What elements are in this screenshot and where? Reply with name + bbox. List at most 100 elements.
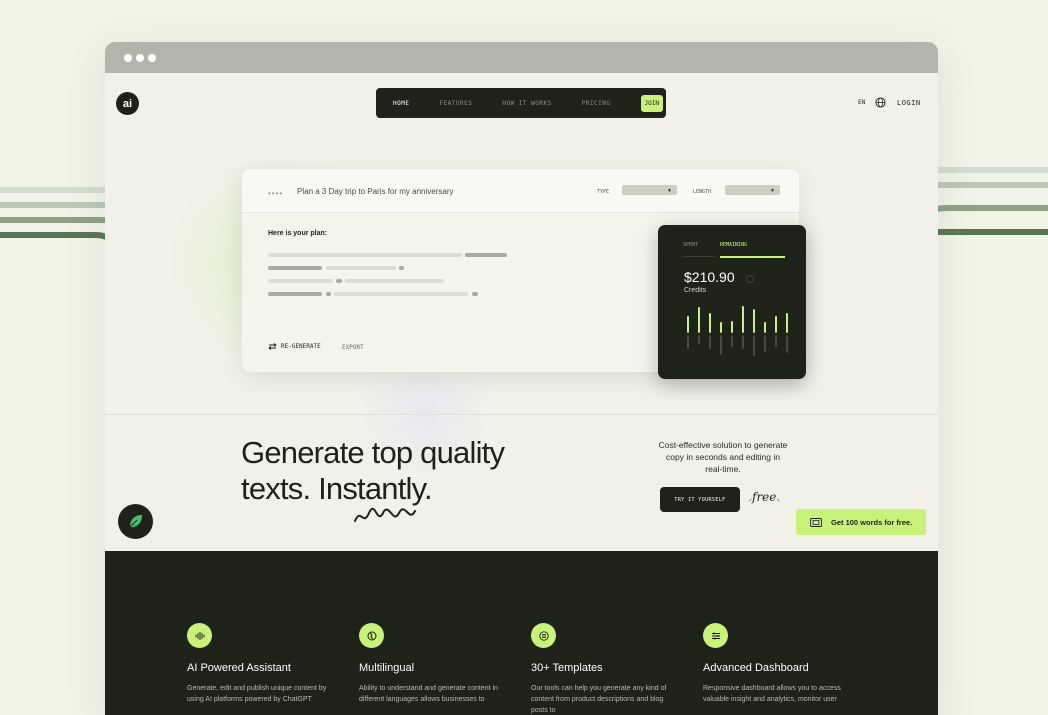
credit-bar-up — [786, 313, 788, 333]
regenerate-button[interactable]: RE-GENERATE — [268, 343, 321, 350]
ticket-icon — [810, 517, 822, 527]
hero-headline-line: Generate top quality — [241, 435, 505, 470]
credit-bar-up — [742, 306, 744, 333]
credit-bar-down — [742, 335, 744, 349]
login-link[interactable]: LOGIN — [897, 99, 921, 107]
language-selector[interactable]: EN — [858, 99, 865, 106]
credit-bar-up — [731, 321, 733, 333]
feature-ai-powered-assistant: AI Powered Assistant Generate, edit and … — [187, 623, 327, 705]
nav-item-home[interactable]: HOME — [393, 100, 409, 107]
chevron-down-icon: ▼ — [667, 188, 672, 194]
text-placeholder-line — [326, 266, 396, 270]
credit-bar-up — [764, 322, 766, 333]
text-placeholder-line — [399, 266, 404, 270]
feature-description: Ability to understand and generate conte… — [359, 685, 498, 703]
text-placeholder-line — [334, 292, 468, 296]
feature-title: 30+ Templates — [531, 662, 603, 674]
text-placeholder-line — [336, 279, 342, 283]
sparkle-icon: ⸜ — [776, 494, 781, 503]
text-placeholder-line — [268, 292, 322, 296]
text-placeholder-line — [268, 253, 462, 257]
feature-title: Advanced Dashboard — [703, 662, 809, 674]
feature-title: AI Powered Assistant — [187, 662, 291, 674]
prompt-card-header: •••• Plan a 3 Day trip to Paris for my a… — [242, 169, 799, 213]
length-label: LENGTH — [693, 189, 712, 195]
main-nav: HOME FEATURES HOW IT WORKS PRICING JOIN — [376, 88, 666, 118]
get-words-button[interactable]: Get 100 words for free. — [796, 509, 926, 535]
brand-logo-text: ai — [122, 97, 133, 110]
credit-bar-down — [786, 335, 788, 353]
tab-remaining[interactable]: REMAINING — [720, 242, 747, 248]
credit-bar-up — [698, 307, 700, 333]
globe-icon[interactable] — [875, 97, 886, 108]
nav-item-pricing[interactable]: PRICING — [582, 100, 611, 107]
globe-icon — [359, 623, 384, 648]
feature-description: Generate, edit and publish unique conten… — [187, 685, 327, 703]
feature-description: Our tools can help you generate any kind… — [531, 685, 667, 714]
credits-amount: $210.90 — [684, 269, 735, 285]
credit-bar-down — [753, 335, 755, 356]
plan-title: Here is your plan: — [268, 230, 328, 237]
window-dot[interactable] — [124, 54, 132, 62]
credit-bar-up — [753, 309, 755, 333]
feature-templates: 30+ Templates Our tools can help you gen… — [531, 623, 671, 715]
tab-underline-active — [720, 256, 785, 258]
credit-bar-down — [764, 335, 766, 352]
swap-arrows-icon — [268, 343, 277, 350]
feature-advanced-dashboard: Advanced Dashboard Responsive dashboard … — [703, 623, 843, 705]
credit-bar-down — [698, 335, 700, 344]
tab-spent[interactable]: SPENT — [683, 242, 698, 248]
credit-bar-up — [720, 322, 722, 333]
free-label: ⸝free⸜ — [748, 490, 780, 504]
waveform-icon — [187, 623, 212, 648]
credit-bar-down — [709, 335, 711, 349]
credit-bar-down — [720, 335, 722, 355]
nav-item-how-it-works[interactable]: HOW IT WORKS — [502, 100, 551, 107]
free-text: free — [752, 490, 777, 504]
browser-window: ai HOME FEATURES HOW IT WORKS PRICING JO… — [105, 42, 938, 715]
feature-multilingual: Multilingual Ability to understand and g… — [359, 623, 499, 705]
text-placeholder-line — [345, 279, 444, 283]
export-button[interactable]: EXPORT — [342, 344, 364, 351]
more-dots-icon[interactable]: •••• — [268, 189, 283, 198]
prompt-text[interactable]: Plan a 3 Day trip to Paris for my annive… — [297, 187, 454, 196]
nav-item-features[interactable]: FEATURES — [439, 100, 472, 107]
text-placeholder-line — [326, 292, 331, 296]
info-icon[interactable] — [746, 275, 754, 283]
sliders-icon — [703, 623, 728, 648]
feature-title: Multilingual — [359, 662, 415, 674]
feature-description: Responsive dashboard allows you to acces… — [703, 685, 841, 703]
length-select[interactable]: ▼ — [725, 185, 780, 195]
squiggle-decoration — [354, 507, 416, 522]
credits-label: Credits — [684, 287, 707, 294]
chevron-down-icon: ▼ — [770, 188, 775, 194]
type-select[interactable]: ▼ — [622, 185, 677, 195]
text-placeholder-line — [268, 266, 322, 270]
credit-bar-down — [687, 335, 689, 349]
try-it-yourself-button[interactable]: TRY IT YOURSELF — [660, 487, 740, 512]
credit-bar-up — [687, 316, 689, 333]
brand-logo[interactable]: ai — [116, 92, 139, 115]
credit-bar-down — [775, 335, 777, 347]
leaf-badge[interactable] — [118, 504, 153, 539]
leaf-icon — [129, 515, 142, 528]
credit-bar-up — [775, 316, 777, 333]
section-divider — [105, 414, 938, 415]
cost-effective-text: Cost-effective solution to generate copy… — [658, 440, 788, 474]
type-label: TYPE — [597, 189, 610, 195]
window-dot[interactable] — [136, 54, 144, 62]
window-dot[interactable] — [148, 54, 156, 62]
credits-widget: SPENT REMAINING $210.90 Credits — [658, 225, 806, 379]
credit-bar-down — [731, 335, 733, 347]
tab-underline — [683, 256, 715, 257]
menu-icon — [531, 623, 556, 648]
credit-bar-up — [709, 313, 711, 333]
hero-headline: Generate top quality texts. Instantly. — [241, 435, 505, 507]
features-section: AI Powered Assistant Generate, edit and … — [105, 551, 938, 715]
hero-headline-line: texts. Instantly. — [241, 471, 433, 506]
text-placeholder-line — [472, 292, 478, 296]
text-placeholder-line — [465, 253, 507, 257]
text-placeholder-line — [268, 279, 333, 283]
browser-title-bar — [105, 42, 938, 73]
join-button[interactable]: JOIN — [640, 94, 663, 112]
